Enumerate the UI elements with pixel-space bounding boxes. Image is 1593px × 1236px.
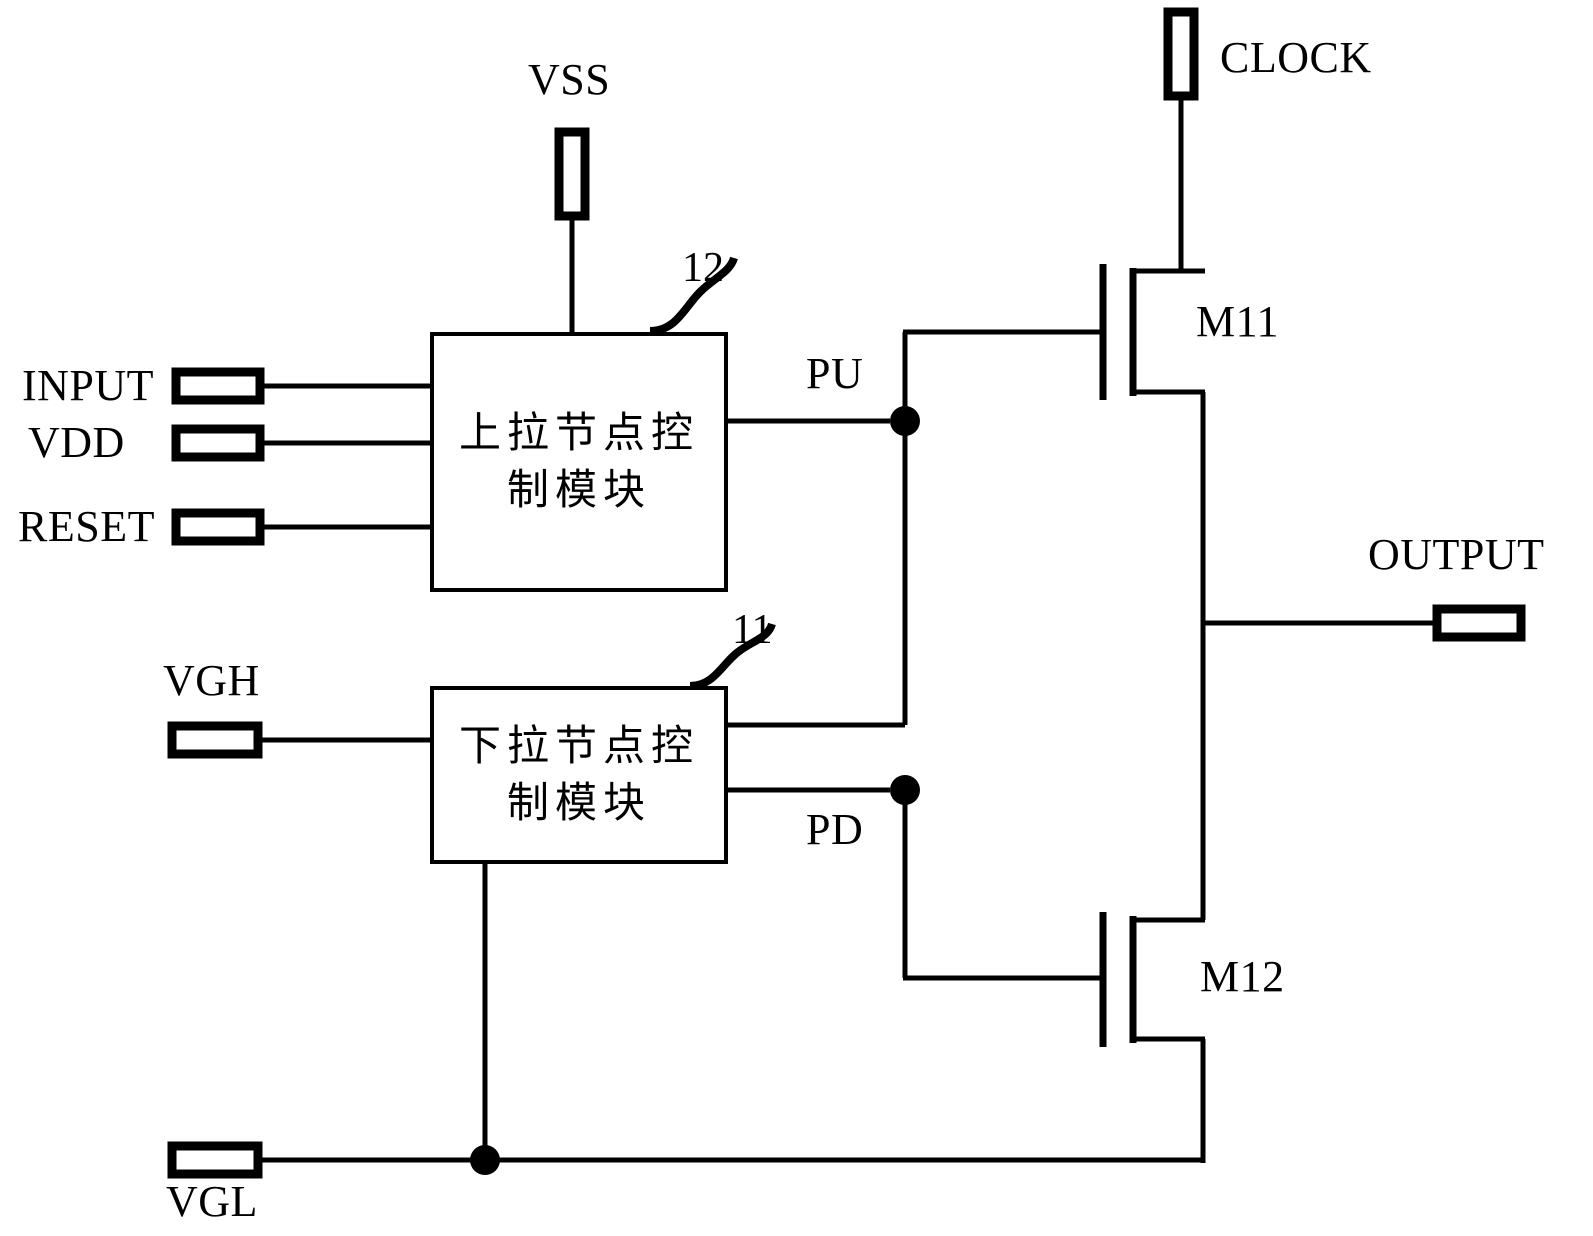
input-terminal-label: INPUT <box>22 361 155 410</box>
module-pull-up-control[interactable]: 上拉节点控 制模块 <box>430 332 728 592</box>
vgl-terminal-pad <box>167 1141 263 1179</box>
vdd-terminal-pad <box>171 424 265 462</box>
vdd-terminal-label: VDD <box>28 418 125 467</box>
vgh-terminal-pad <box>167 721 263 759</box>
m11-label: M11 <box>1196 297 1279 346</box>
pd-node-label: PD <box>806 805 864 854</box>
pu-node-label: PU <box>806 349 864 398</box>
module-pull-up-label-line1: 上拉节点控 <box>458 408 699 458</box>
output-terminal-pad <box>1432 604 1526 642</box>
reference-numeral-12: 12 <box>682 245 724 291</box>
clock-terminal-pad <box>1163 7 1199 101</box>
module-pull-down-control[interactable]: 下拉节点控 制模块 <box>430 686 728 864</box>
reference-numeral-11: 11 <box>732 607 773 653</box>
vgh-terminal-label: VGH <box>163 656 260 705</box>
pu-junction-dot <box>890 406 920 436</box>
schematic-wiring <box>167 7 1526 1179</box>
module-pull-up-label-line2: 制模块 <box>506 465 651 514</box>
module-pull-down-label-line2: 制模块 <box>506 778 651 827</box>
output-terminal-label: OUTPUT <box>1368 530 1545 579</box>
reset-terminal-pad <box>171 508 265 546</box>
module-pull-down-label-line1: 下拉节点控 <box>458 721 699 771</box>
vss-terminal-pad <box>554 127 590 221</box>
circuit-diagram-figure: 上拉节点控 制模块 下拉节点控 制模块 INPUT VDD RESET VSS … <box>0 0 1593 1236</box>
reset-terminal-label: RESET <box>18 502 155 551</box>
vss-terminal-label: VSS <box>528 55 611 104</box>
vgl-terminal-label: VGL <box>166 1177 258 1226</box>
vgl-junction-dot <box>470 1145 500 1175</box>
clock-terminal-label: CLOCK <box>1220 33 1372 82</box>
module-pull-down-control-label: 下拉节点控 制模块 <box>459 718 699 831</box>
input-terminal-pad <box>171 367 265 405</box>
module-pull-up-control-label: 上拉节点控 制模块 <box>459 405 699 518</box>
m12-label: M12 <box>1200 952 1285 1001</box>
